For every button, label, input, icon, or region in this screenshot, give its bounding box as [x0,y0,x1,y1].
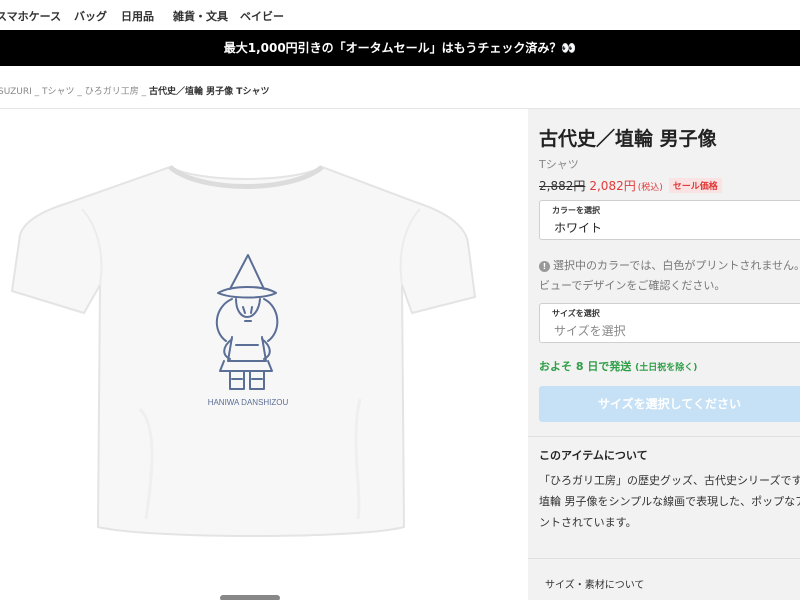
breadcrumb: SUZURI _ Tシャツ _ ひろガリ工房 _ 古代史／埴輪 男子像 Tシャツ [0,84,269,97]
color-select[interactable]: カラーを選択 ホワイト [539,200,800,240]
notice-line-1: 選択中のカラーでは、白色がプリントされません。必 [553,259,800,272]
promo-banner[interactable]: 最大1,000円引きの「オータムセール」はもうチェック済み？👀 [0,30,800,66]
breadcrumb-item-shop[interactable]: ひろガリ工房 [85,87,139,97]
breadcrumb-item-suzuri[interactable]: SUZURI [0,87,32,97]
breadcrumb-current: 古代史／埴輪 男子像 Tシャツ [149,87,270,97]
breadcrumb-separator: _ [74,87,85,97]
color-select-label: カラーを選択 [552,206,600,215]
nav-item-daily-goods[interactable]: 日用品 [121,8,154,24]
product-image-area[interactable]: HANIWA DANSHIZOU [0,109,528,600]
print-caption: HANIWA DANSHIZOU [208,398,289,407]
shipping-note: (土日祝を除く) [635,363,698,373]
print-notice: ! 選択中のカラーでは、白色がプリントされません。必 ビューでデザインをご確認くだ… [539,256,800,296]
add-to-cart-button[interactable]: サイズを選択してください [539,386,800,422]
nav-item-bag[interactable]: バッグ [74,8,107,24]
shipping-estimate: およそ 8 日で発送 (土日祝を除く) [539,358,697,374]
size-select[interactable]: サイズを選択 サイズを選択 [539,303,800,343]
top-navigation: スマホケース バッグ 日用品 雑貨・文具 ベイビー [0,0,800,30]
carousel-indicator[interactable] [220,595,280,600]
section-divider [528,558,800,559]
size-select-placeholder: サイズを選択 [554,324,626,338]
size-select-label: サイズを選択 [552,309,600,318]
sale-price: 2,082円 [589,179,636,193]
section-divider [528,436,800,437]
tax-note: (税込) [637,183,663,193]
price-row: 2,882円 2,082円 (税込) セール価格 [539,177,722,194]
breadcrumb-separator: _ [31,87,43,97]
about-heading: このアイテムについて [539,449,648,462]
size-material-link[interactable]: サイズ・素材について [545,576,644,591]
shipping-days: およそ 8 日で発送 [539,360,632,373]
about-line: ントされています。 [539,516,637,529]
color-select-value: ホワイト [554,221,603,235]
nav-item-phone-case[interactable]: スマホケース [0,8,61,24]
info-icon: ! [539,261,550,272]
original-price: 2,882円 [539,179,586,193]
product-type: Tシャツ [539,158,579,171]
about-line: 埴輪 男子像をシンプルな線画で表現した、ポップなアイ [539,495,800,508]
nav-item-stationery[interactable]: 雑貨・文具 [173,8,228,24]
product-title: 古代史／埴輪 男子像 [539,128,717,150]
breadcrumb-separator: _ [138,87,150,97]
sale-badge: セール価格 [668,178,722,193]
about-line: 「ひろガリ工房」の歴史グッズ、古代史シリーズです。 [539,474,800,487]
about-description: 「ひろガリ工房」の歴史グッズ、古代史シリーズです。 埴輪 男子像をシンプルな線画… [539,470,800,533]
notice-line-2: ビューでデザインをご確認ください。 [539,279,726,292]
breadcrumb-item-tshirt[interactable]: Tシャツ [42,87,75,97]
tshirt-body [10,165,477,537]
tshirt-image: HANIWA DANSHIZOU [10,165,477,537]
nav-item-baby[interactable]: ベイビー [240,8,284,24]
